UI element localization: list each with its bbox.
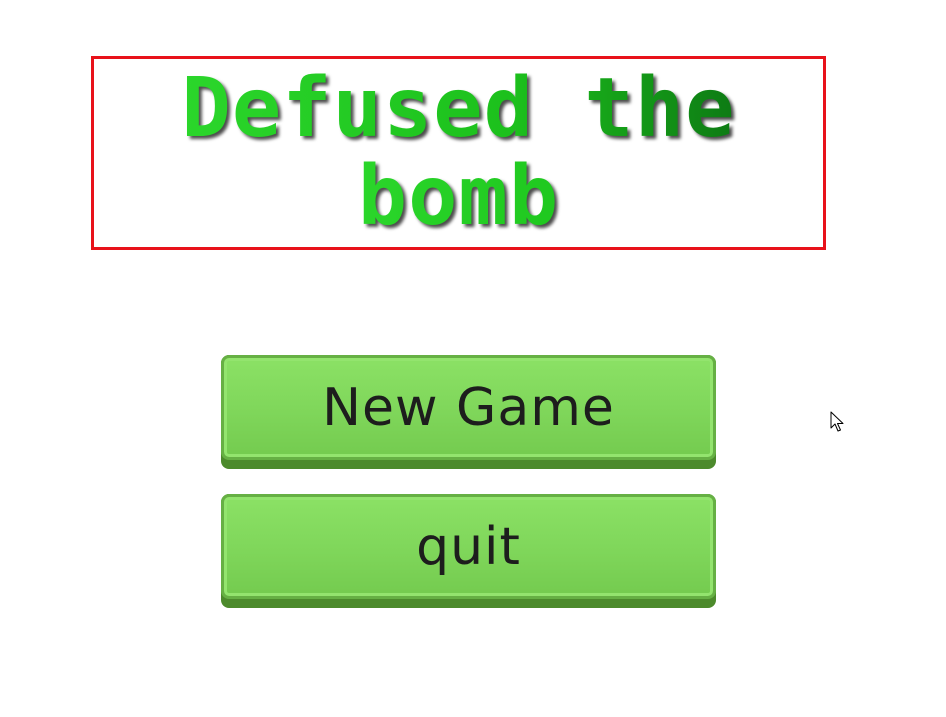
title-banner: Defused the bomb [91, 56, 826, 250]
title-line-1: Defused the [181, 61, 736, 156]
new-game-button-label: New Game [322, 377, 615, 438]
quit-button-label: quit [416, 516, 521, 577]
game-over-screen: Defused the bomb New Game quit [0, 0, 946, 717]
mouse-pointer-icon [830, 411, 844, 432]
title-line-2: bomb [357, 149, 560, 244]
game-title: Defused the bomb [94, 59, 823, 247]
new-game-button[interactable]: New Game [221, 355, 716, 469]
quit-button[interactable]: quit [221, 494, 716, 608]
new-game-button-face: New Game [221, 355, 716, 460]
quit-button-face: quit [221, 494, 716, 599]
